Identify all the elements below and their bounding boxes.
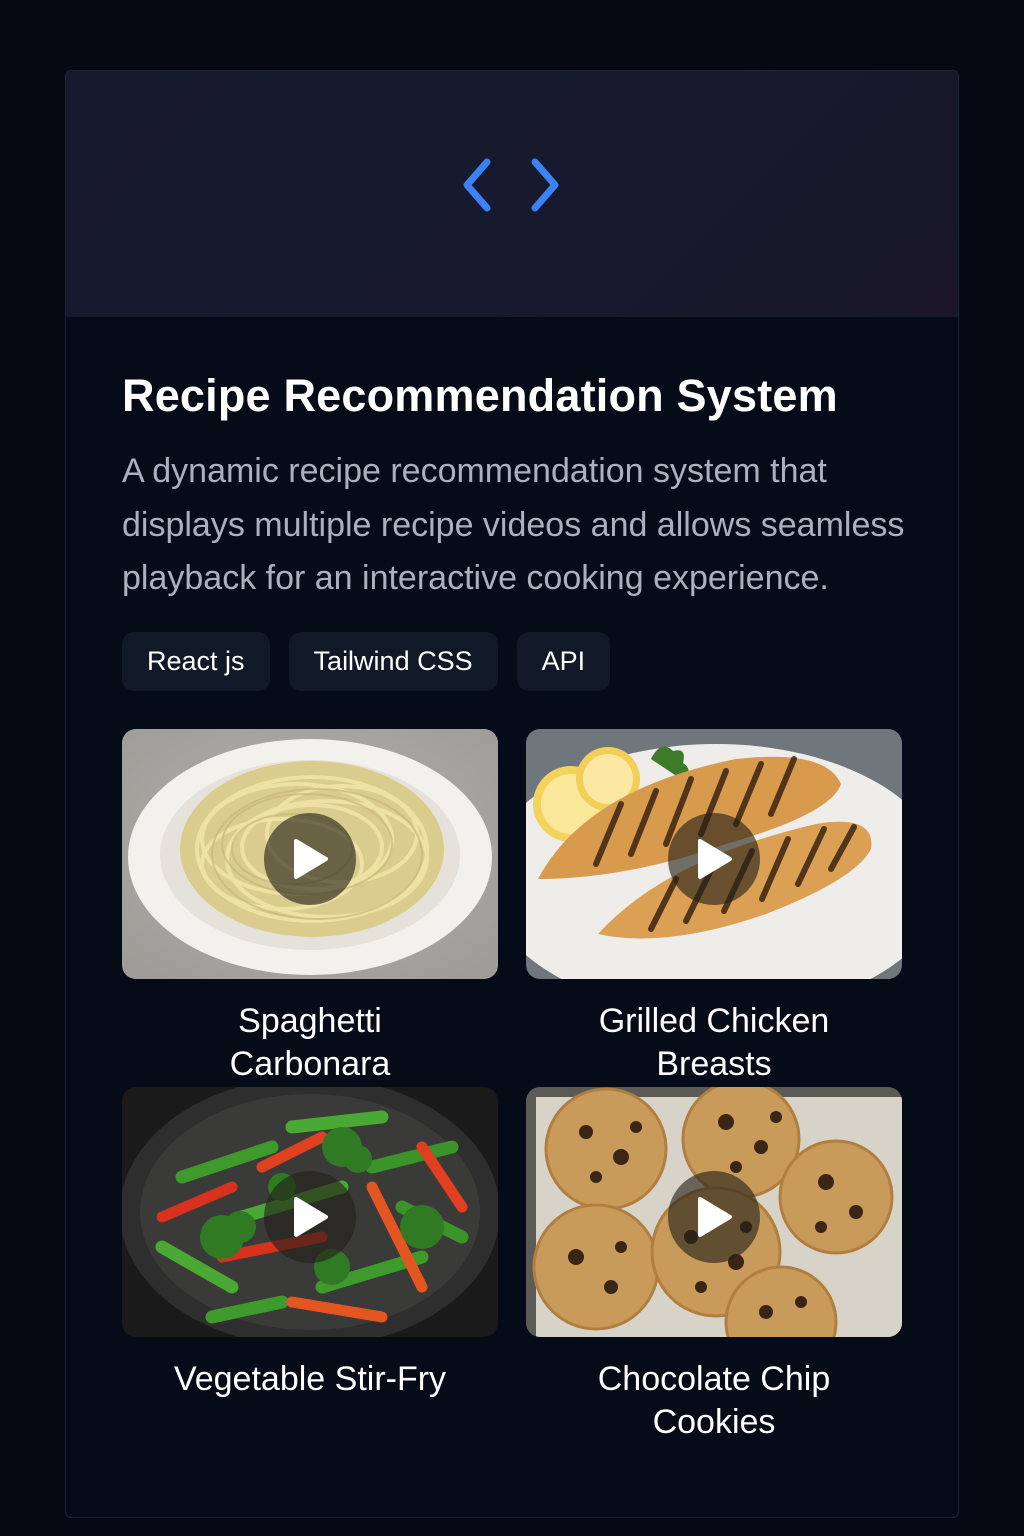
recipe-title: Spaghetti Carbonara — [229, 1001, 391, 1083]
tag-api: API — [516, 631, 611, 691]
recipe-video-thumbnail[interactable] — [526, 1086, 902, 1337]
recipe-video-thumbnail[interactable] — [122, 1086, 498, 1337]
play-icon[interactable] — [668, 812, 760, 905]
recipe-card[interactable]: Grilled Chicken Breasts — [526, 728, 902, 1087]
play-icon[interactable] — [668, 1170, 760, 1263]
play-icon[interactable] — [264, 812, 356, 905]
tag-react: React js — [122, 631, 270, 691]
project-card[interactable]: Recipe Recommendation System A dynamic r… — [65, 70, 959, 1518]
play-icon[interactable] — [264, 1170, 356, 1263]
recipe-grid: Spaghetti Carbonara Grilled Chicken Brea… — [122, 728, 902, 1445]
code-brackets-icon — [463, 158, 559, 212]
recipe-video-thumbnail[interactable] — [122, 728, 498, 979]
tech-tags: React js Tailwind CSS API — [122, 631, 902, 691]
project-description: A dynamic recipe recommendation system t… — [122, 452, 905, 597]
recipe-title: Grilled Chicken Breasts — [598, 1001, 830, 1083]
recipe-video-thumbnail[interactable] — [526, 728, 902, 979]
project-banner — [66, 71, 958, 317]
recipe-title: Chocolate Chip Cookies — [597, 1359, 831, 1441]
tag-tailwind: Tailwind CSS — [288, 631, 498, 691]
recipe-card[interactable]: Chocolate Chip Cookies — [526, 1086, 902, 1445]
recipe-card[interactable]: Vegetable Stir-Fry — [122, 1086, 498, 1445]
recipe-card[interactable]: Spaghetti Carbonara — [122, 728, 498, 1087]
project-title: Recipe Recommendation System — [122, 370, 838, 421]
recipe-title: Vegetable Stir-Fry — [173, 1359, 447, 1398]
